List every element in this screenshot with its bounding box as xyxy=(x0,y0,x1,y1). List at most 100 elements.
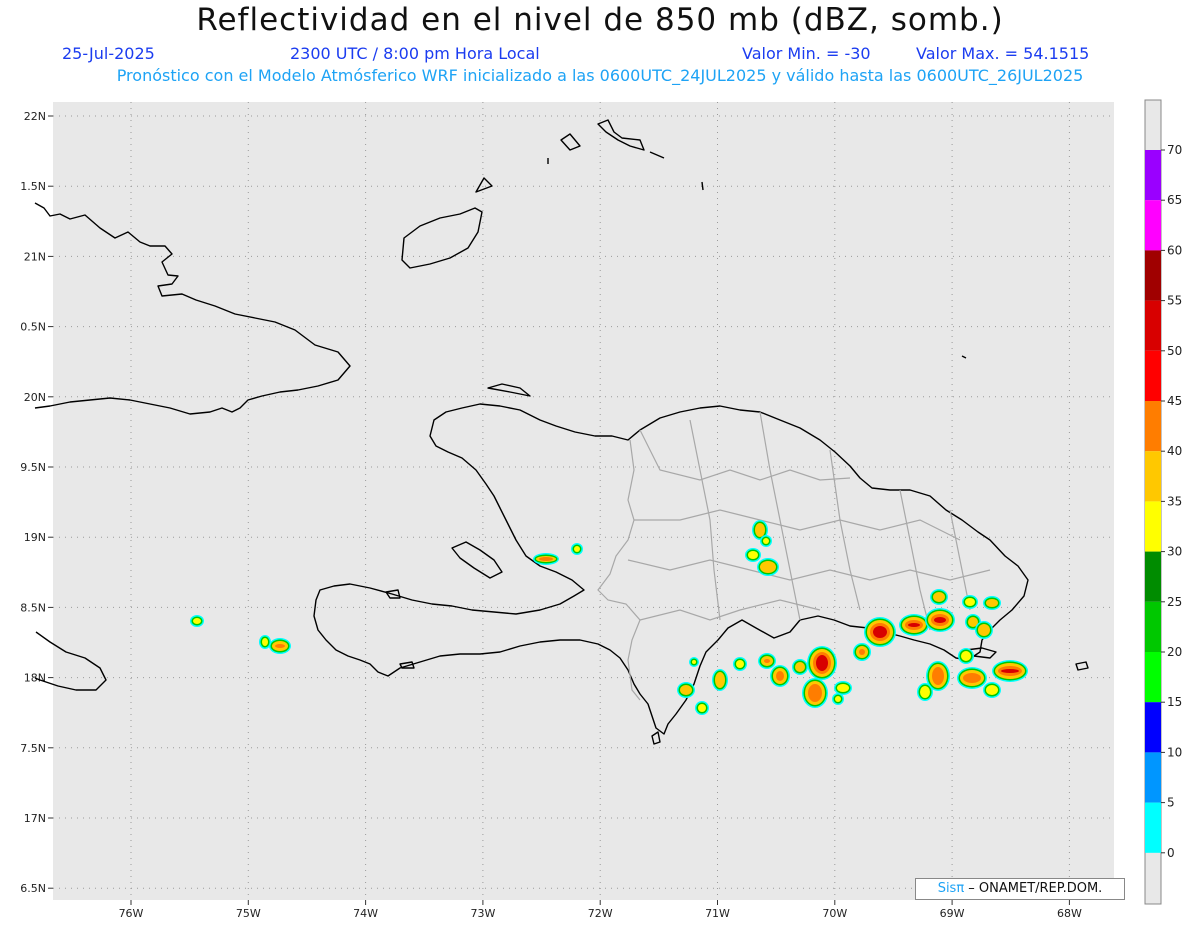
map-figure: 22N 1.5N 21N 0.5N 20N 9.5N 19N 8.5N 18N 7.5N 17N 6.… xyxy=(20,99,1182,920)
colorbar-swatch xyxy=(1145,802,1161,853)
colorbar-swatch xyxy=(1145,601,1161,652)
cell-peak xyxy=(908,623,920,627)
credit-box: Sisπ – ONAMET/REP.DOM. xyxy=(915,878,1125,900)
lon-label: 76W xyxy=(119,907,144,920)
lat-label: 0.5N xyxy=(20,321,46,334)
credit-brand: Sisπ xyxy=(937,881,965,896)
lat-label: 20N xyxy=(24,391,46,404)
cell-body xyxy=(680,685,692,695)
colorbar-swatch xyxy=(1145,350,1161,401)
cell-core xyxy=(808,684,822,702)
reflectivity-cell xyxy=(958,648,974,664)
lat-label: 1.5N xyxy=(20,180,46,193)
colorbar-swatch xyxy=(1145,752,1161,803)
colorbar-swatch xyxy=(1145,501,1161,552)
cell-body xyxy=(933,592,945,602)
colorbar-label: 5 xyxy=(1167,796,1175,810)
cell-body xyxy=(837,684,849,692)
reflectivity-cell xyxy=(899,614,929,636)
reflectivity-cell xyxy=(853,643,871,661)
colorbar-swatch xyxy=(1145,451,1161,502)
cell-body xyxy=(715,672,725,688)
lat-label: 8.5N xyxy=(20,601,46,614)
colorbar-label: 55 xyxy=(1167,294,1182,308)
cell-body xyxy=(795,662,805,672)
coastline-islet-2 xyxy=(701,181,704,191)
colorbar-swatch xyxy=(1145,401,1161,452)
lat-label: 17N xyxy=(24,812,46,825)
reflectivity-cell xyxy=(802,678,828,708)
colorbar-label: 70 xyxy=(1167,143,1182,157)
lat-label: 6.5N xyxy=(20,882,46,895)
lon-label: 68W xyxy=(1057,907,1082,920)
reflectivity-cell xyxy=(930,589,948,605)
colorbar-label: 65 xyxy=(1167,193,1182,207)
cell-core xyxy=(275,644,285,648)
lon-label: 70W xyxy=(822,907,847,920)
reflectivity-cell xyxy=(695,701,709,715)
reflectivity-cell xyxy=(962,595,978,609)
cell-body xyxy=(920,686,930,698)
colorbar-swatch xyxy=(1145,200,1161,251)
reflectivity-cell xyxy=(807,646,837,680)
credit-text: – ONAMET/REP.DOM. xyxy=(964,881,1103,896)
cell-body xyxy=(755,523,765,537)
colorbar-swatch xyxy=(1145,150,1161,201)
colorbar-label: 0 xyxy=(1167,846,1175,860)
lon-label: 72W xyxy=(588,907,613,920)
colorbar-label: 10 xyxy=(1167,745,1182,759)
colorbar-swatch xyxy=(1145,551,1161,602)
cell-core xyxy=(764,659,770,663)
cell-body xyxy=(193,618,201,624)
reflectivity-cell xyxy=(992,660,1028,682)
colorbar-label: 30 xyxy=(1167,545,1182,559)
reflectivity-cell xyxy=(983,682,1001,698)
cell-body xyxy=(986,685,998,695)
cell-body xyxy=(763,538,769,544)
reflectivity-cell xyxy=(269,638,291,654)
cell-body xyxy=(748,551,758,559)
reflectivity-cell xyxy=(689,657,699,667)
reflectivity-cell xyxy=(259,635,271,649)
cell-body xyxy=(698,704,706,712)
reflectivity-cell xyxy=(957,667,987,689)
cell-core xyxy=(932,667,944,685)
colorbar-swatch xyxy=(1145,702,1161,753)
latitude-labels: 22N 1.5N 21N 0.5N 20N 9.5N 19N 8.5N 18N 7.5N 17N 6.… xyxy=(20,110,53,895)
cell-peak xyxy=(1001,669,1019,673)
longitude-labels: 76W 75W 74W 73W 72W 71W 70W 69W 68W xyxy=(119,900,1082,920)
lat-label: 21N xyxy=(24,250,46,263)
reflectivity-cell xyxy=(983,596,1001,610)
cell-body xyxy=(961,651,971,661)
colorbar-swatch xyxy=(1145,300,1161,351)
cell-body xyxy=(965,598,975,606)
reflectivity-cell xyxy=(834,681,852,695)
reflectivity-cell xyxy=(975,621,993,639)
reflectivity-cell xyxy=(758,653,776,669)
reflectivity-cell xyxy=(733,657,747,671)
lon-label: 69W xyxy=(940,907,965,920)
cell-body xyxy=(986,599,998,607)
cell-core xyxy=(776,671,784,681)
reflectivity-cell xyxy=(533,553,559,565)
lon-label: 74W xyxy=(353,907,378,920)
colorbar-swatch xyxy=(1145,652,1161,703)
colorbar-label: 15 xyxy=(1167,695,1182,709)
cell-body xyxy=(574,546,580,552)
reflectivity-cell xyxy=(677,682,695,698)
reflectivity-cell xyxy=(832,693,844,705)
colorbar-label: 25 xyxy=(1167,595,1182,609)
cell-body xyxy=(835,696,841,702)
colorbar: 7065605550454035302520151050 xyxy=(1144,99,1182,905)
cell-peak xyxy=(873,626,887,638)
colorbar-label: 35 xyxy=(1167,494,1182,508)
colorbar-label: 45 xyxy=(1167,394,1182,408)
reflectivity-cell xyxy=(792,659,808,675)
lat-label: 9.5N xyxy=(20,461,46,474)
reflectivity-cell xyxy=(757,558,779,576)
lat-label: 22N xyxy=(24,110,46,123)
colorbar-label: 60 xyxy=(1167,243,1182,257)
lon-label: 71W xyxy=(705,907,730,920)
colorbar-label: 40 xyxy=(1167,444,1182,458)
colorbar-label: 50 xyxy=(1167,344,1182,358)
